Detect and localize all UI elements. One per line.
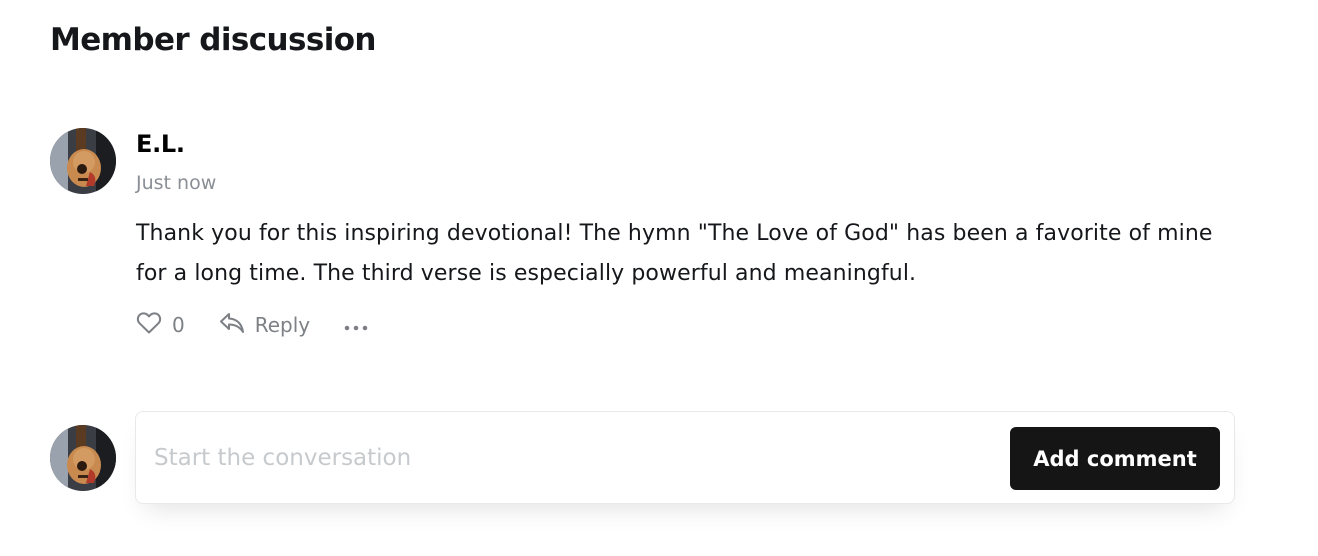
current-user-avatar (50, 425, 116, 491)
heart-icon (136, 311, 162, 340)
reply-label: Reply (254, 313, 311, 337)
comment-form: Add comment (135, 411, 1235, 504)
ellipsis-icon (344, 313, 368, 337)
more-options-button[interactable] (344, 313, 368, 337)
like-button[interactable]: 0 (136, 311, 185, 340)
comment-author-name[interactable]: E.L. (136, 130, 185, 158)
comment-body: Thank you for this inspiring devotional!… (136, 221, 1213, 286)
like-count: 0 (172, 313, 185, 337)
comment-author-avatar[interactable] (50, 128, 116, 194)
comment-timestamp: Just now (136, 172, 217, 194)
member-discussion-section: Member discussion E.L. Just now Thank yo… (0, 0, 1318, 556)
section-title: Member discussion (50, 22, 376, 58)
reply-button[interactable]: Reply (219, 311, 310, 340)
avatar-image (50, 128, 116, 194)
avatar-image (50, 425, 116, 491)
add-comment-button[interactable]: Add comment (1010, 427, 1220, 490)
comment-input[interactable] (154, 436, 994, 480)
reply-arrow-icon (219, 311, 245, 340)
comment-actions: 0 Reply (136, 310, 368, 340)
